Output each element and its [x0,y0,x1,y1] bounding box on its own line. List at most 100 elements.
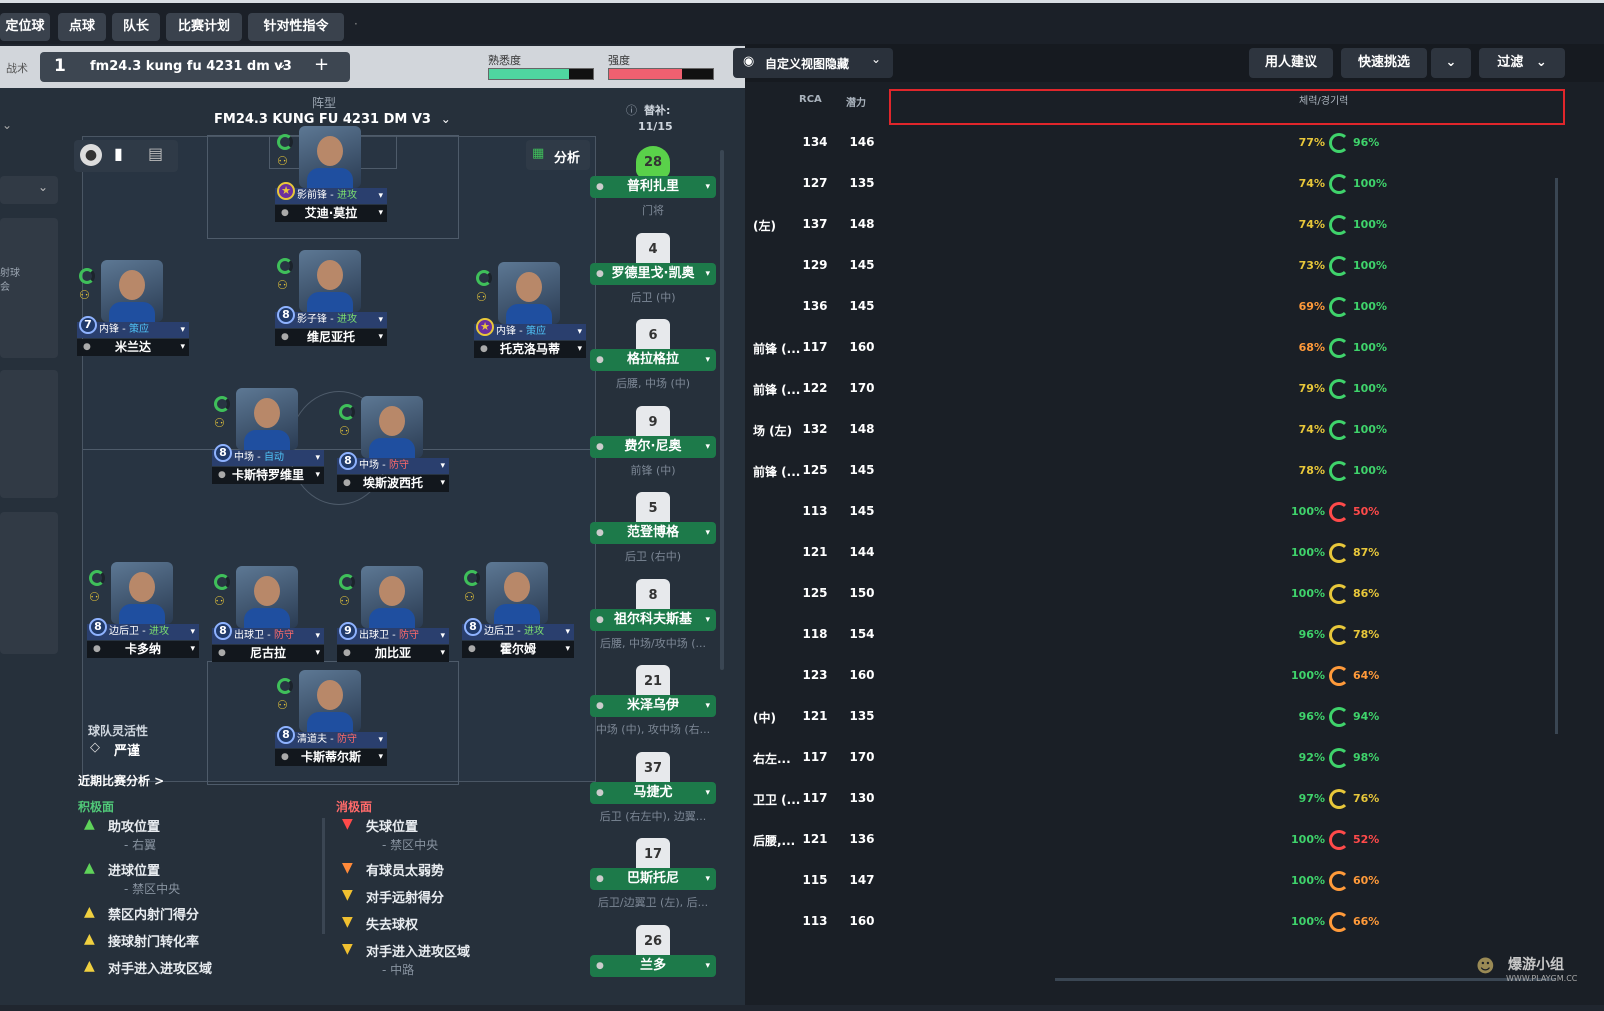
bench-player[interactable]: 37 马捷尤 ● ▾ 后卫 (右左中), 边翼... [590,751,716,838]
bench-player-name[interactable]: 兰多 ● ▾ [590,954,716,977]
table-row[interactable]: 121 144 100% 87% [745,533,1595,574]
table-row[interactable]: 卫卫 (... 117 130 97% 76% [745,779,1595,820]
player-card-cb2[interactable]: ⚇ 出球卫 - 防守 ▾ 加比亚 ▾ ● 9 [337,566,449,676]
bench-player-name[interactable]: 费尔·尼奥 ● ▾ [590,435,716,458]
player-card-st[interactable]: ⚇ 影前锋 - 进攻 ▾ 艾迪·莫拉 ▾ ● ★ [275,126,387,236]
tab-penalties[interactable]: 点球 [58,13,106,41]
bench-scrollbar[interactable] [720,150,724,670]
table-row[interactable]: 右左... 117 170 92% 98% [745,738,1595,779]
bench-player[interactable]: 6 格拉格拉 ● ▾ 后腰, 中场 (中) [590,319,716,405]
bench-player[interactable]: 26 兰多 ● ▾ [590,924,716,1011]
side-card-3 [0,512,58,654]
player-name[interactable]: 卡斯特罗维里 ▾ ● [212,467,324,484]
quick-pick-button[interactable]: 快速挑选 [1341,48,1427,78]
table-row[interactable]: (左) 137 148 74% 100% [745,205,1595,246]
player-name[interactable]: 霍尔姆 ▾ ● [462,641,574,658]
view-toggle[interactable]: ◉ 自定义视图隐藏 ⌄ [733,48,893,78]
table-row[interactable]: 前锋 (... 122 170 79% 100% [745,369,1595,410]
player-name[interactable]: 加比亚 ▾ ● [337,645,449,662]
bench-player[interactable]: 5 范登博格 ● ▾ 后卫 (右中) [590,492,716,578]
row-potential: 145 [849,504,875,518]
player-card-cm2[interactable]: ⚇ 中场 - 防守 ▾ 埃斯波西托 ▾ ● 8 [337,396,449,506]
player-name[interactable]: 埃斯波西托 ▾ ● [337,475,449,492]
side-dropdown[interactable]: ⌄ [0,176,58,204]
report-view-icon[interactable]: ▤ [148,144,163,163]
analysis-item[interactable]: 对手远射得分 [366,887,444,906]
condition-ring-icon [1329,666,1349,686]
player-name[interactable]: 艾迪·莫拉 ▾ ● [275,205,387,222]
bench-player[interactable]: 21 米泽乌伊 ● ▾ 中场 (中), 攻中场 (右... [590,665,716,751]
analysis-item[interactable]: 失去球权 [366,914,418,933]
add-tactic-button[interactable]: + [314,54,329,75]
analysis-item[interactable]: 对手进入进攻区域 [366,941,470,960]
tab-opposition-instructions[interactable]: 针对性指令 [248,13,344,41]
side-collapse[interactable]: ⌄ [0,114,58,144]
analysis-item[interactable]: 失球位置 [366,816,418,835]
table-row[interactable]: 后腰,... 121 136 100% 52% [745,820,1595,861]
bench-player-name[interactable]: 马捷尤 ● ▾ [590,781,716,804]
player-card-gk[interactable]: ⚇ 清道夫 - 防守 ▾ 卡斯蒂尔斯 ▾ ● 8 [275,670,387,780]
table-row[interactable]: 113 145 100% 50% [745,492,1595,533]
analysis-item[interactable]: 禁区内射门得分 [108,904,199,923]
col-rca[interactable]: RCA [799,94,822,105]
tactic-select[interactable]: 1 fm24.3 kung fu 4231 dm v3 ⌄ + [40,52,350,82]
player-name[interactable]: 米兰达 ▾ ● [77,339,189,356]
table-row[interactable]: 127 135 74% 100% [745,164,1595,205]
bench-player[interactable]: 28 普利扎里 ● ▾ 门将 [590,146,716,232]
player-card-lb[interactable]: ⚇ 边后卫 - 进攻 ▾ 卡多纳 ▾ ● 8 [87,562,199,672]
bench-player-name[interactable]: 格拉格拉 ● ▾ [590,349,716,371]
player-view-icon[interactable]: ● [80,144,102,166]
selection-advice-button[interactable]: 用人建议 [1249,48,1333,78]
tab-captains[interactable]: 队长 [112,13,160,41]
analysis-item[interactable]: 对手进入进攻区域 [108,958,212,977]
table-row[interactable]: 125 150 100% 86% [745,574,1595,615]
analysis-button[interactable]: ▦ 分析 [526,140,590,170]
bench-player-name[interactable]: 祖尔科夫斯基 ● ▾ [590,608,716,631]
player-name[interactable]: 托克洛马蒂 ▾ ● [474,341,586,358]
bench-player-name[interactable]: 范登博格 ● ▾ [590,522,716,544]
bench-player-name[interactable]: 巴斯托尼 ● ▾ [590,868,716,890]
bench-player[interactable]: 9 费尔·尼奥 ● ▾ 前锋 (中) [590,405,716,492]
player-card-rw[interactable]: ⚇ 内锋 - 策应 ▾ 托克洛马蒂 ▾ ● ★ [474,262,586,372]
table-row[interactable]: 123 160 100% 64% [745,656,1595,697]
table-row[interactable]: 前锋 (... 125 145 78% 100% [745,451,1595,492]
bench-player[interactable]: 8 祖尔科夫斯基 ● ▾ 后腰, 中场/攻中场 (... [590,578,716,665]
player-card-cm1[interactable]: ⚇ 中场 - 自动 ▾ 卡斯特罗维里 ▾ ● 8 [212,388,324,498]
player-name[interactable]: 尼古拉 ▾ ● [212,645,324,662]
analysis-item[interactable]: 接球射门转化率 [108,931,199,950]
player-name[interactable]: 维尼亚托 ▾ ● [275,329,387,346]
row-rca: 132 [802,422,828,436]
bench-player-name[interactable]: 米泽乌伊 ● ▾ [590,695,716,717]
table-row[interactable]: 129 145 73% 100% [745,246,1595,287]
player-card-rb[interactable]: ⚇ 边后卫 - 进攻 ▾ 霍尔姆 ▾ ● 8 [462,562,574,672]
quick-pick-dropdown[interactable]: ⌄ [1431,48,1471,78]
analysis-item[interactable]: 有球员太弱势 [366,860,444,879]
chart-view-icon[interactable]: ▮ [114,144,123,163]
bench-player[interactable]: 17 巴斯托尼 ● ▾ 后卫/边翼卫 (左), 后... [590,838,716,924]
bench-player[interactable]: 4 罗德里戈·凯奥 ● ▾ 后卫 (中) [590,232,716,319]
analysis-item[interactable]: 进球位置 [108,860,160,879]
bench-player-name[interactable]: 罗德里戈·凯奥 ● ▾ [590,262,716,285]
player-card-am[interactable]: ⚇ 影子锋 - 进攻 ▾ 维尼亚托 ▾ ● 8 [275,250,387,360]
table-row[interactable]: 136 145 69% 100% [745,287,1595,328]
table-row[interactable]: 场 (左) 132 148 74% 100% [745,410,1595,451]
col-potential[interactable]: 潜力 [846,94,866,109]
table-row[interactable]: 113 160 100% 66% [745,902,1595,943]
player-name[interactable]: 卡多纳 ▾ ● [87,641,199,658]
table-row[interactable]: 115 147 100% 60% [745,861,1595,902]
player-card-lw[interactable]: ⚇ 内锋 - 策应 ▾ 米兰达 ▾ ● 7 [77,260,189,370]
table-row[interactable]: 前锋 (... 117 160 68% 100% [745,328,1595,369]
recent-analysis-link[interactable]: 近期比赛分析 > [78,772,164,789]
chevron-down-icon: ▾ [440,631,445,641]
row-rca: 134 [802,135,828,149]
table-row[interactable]: (中) 121 135 96% 94% [745,697,1595,738]
bench-player-name[interactable]: 普利扎里 ● ▾ [590,176,716,198]
table-row[interactable]: 118 154 96% 78% [745,615,1595,656]
filter-button[interactable]: 过滤 ⌄ [1479,48,1565,78]
table-row[interactable]: 134 146 77% 96% [745,123,1595,164]
analysis-item[interactable]: 助攻位置 [108,816,160,835]
tab-set-pieces[interactable]: 定位球 [0,13,50,41]
player-card-cb1[interactable]: ⚇ 出球卫 - 防守 ▾ 尼古拉 ▾ ● 8 [212,566,324,676]
tab-match-plan[interactable]: 比赛计划 [166,13,242,41]
player-name[interactable]: 卡斯蒂尔斯 ▾ ● [275,749,387,766]
